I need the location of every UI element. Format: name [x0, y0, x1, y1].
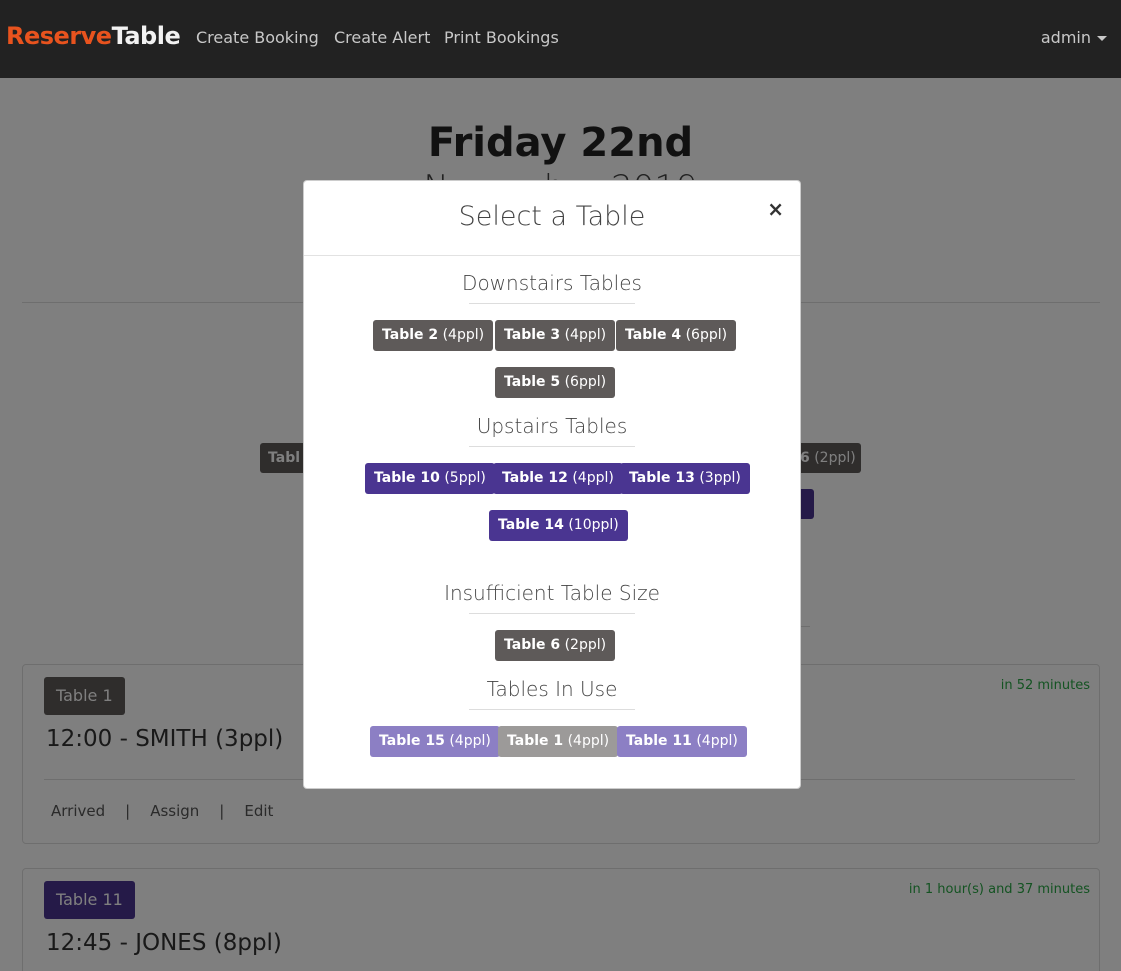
user-menu-dropdown[interactable]: admin: [1041, 28, 1107, 47]
table-capacity: (4ppl): [449, 733, 491, 749]
section-underline: [469, 303, 635, 304]
nav-create-alert[interactable]: Create Alert: [334, 28, 430, 47]
table-name: Table 15: [379, 733, 445, 749]
section-underline: [469, 709, 635, 710]
top-navbar: ReserveTable Create Booking Create Alert…: [0, 0, 1121, 78]
table-capacity: (2ppl): [564, 637, 607, 653]
table-button-1[interactable]: Table 1 (4ppl): [498, 726, 619, 757]
section-title-upstairs: Upstairs Tables: [476, 414, 628, 438]
table-name: Table 11: [626, 733, 692, 749]
table-button-14[interactable]: Table 14 (10ppl): [489, 510, 628, 541]
table-name: Table 5: [504, 374, 561, 390]
table-button-12[interactable]: Table 12 (4ppl): [493, 463, 623, 494]
table-capacity: (4ppl): [696, 733, 738, 749]
user-name: admin: [1040, 28, 1091, 47]
table-button-2[interactable]: Table 2 (4ppl): [373, 320, 494, 351]
table-name: Table 14: [498, 517, 564, 533]
table-button-4[interactable]: Table 4 (6ppl): [616, 320, 737, 351]
table-button-11[interactable]: Table 11 (4ppl): [617, 726, 747, 757]
table-name: Table 1: [507, 733, 564, 749]
modal-title: Select a Table: [458, 201, 646, 232]
table-name: Table 3: [504, 327, 561, 343]
nav-print-bookings[interactable]: Print Bookings: [444, 28, 559, 47]
chevron-down-icon: [1097, 36, 1107, 41]
close-icon[interactable]: ×: [767, 197, 784, 221]
table-button-10[interactable]: Table 10 (5ppl): [365, 463, 495, 494]
brand-part-reserve: Reserve: [6, 22, 112, 50]
table-capacity: (4ppl): [442, 327, 485, 343]
section-underline: [469, 446, 635, 447]
table-name: Table 12: [502, 470, 568, 486]
table-capacity: (10ppl): [568, 517, 619, 533]
table-capacity: (5ppl): [444, 470, 486, 486]
brand-logo[interactable]: ReserveTable: [6, 22, 181, 50]
table-capacity: (6ppl): [564, 374, 607, 390]
table-capacity: (4ppl): [564, 327, 607, 343]
table-name: Table 2: [382, 327, 439, 343]
table-capacity: (4ppl): [567, 733, 610, 749]
table-button-5[interactable]: Table 5 (6ppl): [495, 367, 616, 398]
table-button-3[interactable]: Table 3 (4ppl): [495, 320, 616, 351]
table-button-13[interactable]: Table 13 (3ppl): [620, 463, 750, 494]
table-name: Table 4: [625, 327, 682, 343]
section-title-downstairs: Downstairs Tables: [462, 271, 642, 295]
table-name: Table 13: [629, 470, 695, 486]
table-name: Table 10: [374, 470, 440, 486]
table-button-6[interactable]: Table 6 (2ppl): [495, 630, 616, 661]
nav-create-booking[interactable]: Create Booking: [196, 28, 319, 47]
table-capacity: (6ppl): [685, 327, 728, 343]
section-title-in-use: Tables In Use: [486, 677, 618, 701]
modal-header: Select a Table ×: [304, 181, 800, 256]
table-button-15[interactable]: Table 15 (4ppl): [370, 726, 500, 757]
section-underline: [469, 613, 635, 614]
table-capacity: (3ppl): [699, 470, 741, 486]
brand-part-table: Table: [111, 22, 181, 50]
section-title-insufficient: Insufficient Table Size: [444, 581, 660, 605]
table-name: Table 6: [504, 637, 561, 653]
select-table-modal: Select a Table × Downstairs Tables Table…: [303, 180, 801, 789]
table-capacity: (4ppl): [572, 470, 614, 486]
